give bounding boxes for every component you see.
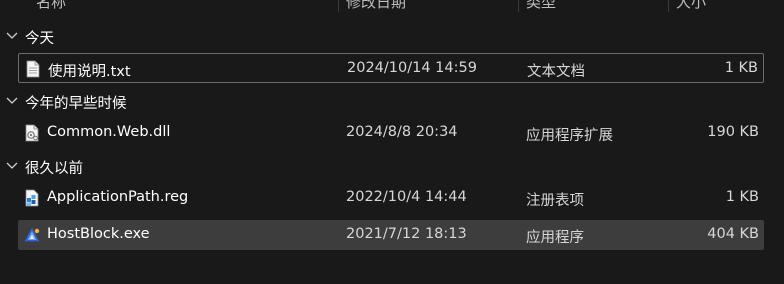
- group-label: 今天: [25, 31, 54, 47]
- column-divider[interactable]: [668, 0, 669, 12]
- file-type: 应用程序扩展: [526, 128, 613, 144]
- file-size: 1 KB: [725, 189, 759, 205]
- file-date: 2024/8/8 20:34: [346, 124, 458, 140]
- file-date: 2024/10/14 14:59: [347, 60, 477, 76]
- column-divider[interactable]: [338, 0, 339, 12]
- file-name: ApplicationPath.reg: [47, 189, 189, 205]
- file-type: 文本文档: [527, 64, 585, 80]
- file-row-selected[interactable]: HostBlock.exe 2021/7/12 18:13 应用程序 404 K…: [18, 220, 764, 250]
- file-row[interactable]: 使用说明.txt 2024/10/14 14:59 文本文档 1 KB: [18, 53, 764, 83]
- column-header-modified[interactable]: 修改日期: [346, 0, 406, 12]
- file-type: 注册表项: [526, 193, 584, 209]
- group-header-long-ago[interactable]: 很久以前: [0, 152, 784, 180]
- file-row[interactable]: ApplicationPath.reg 2022/10/4 14:44 注册表项…: [18, 183, 764, 213]
- file-type: 应用程序: [526, 230, 584, 246]
- group-label: 今年的早些时候: [25, 96, 127, 112]
- file-size: 190 KB: [707, 124, 759, 140]
- registry-file-icon: [25, 189, 39, 207]
- file-date: 2021/7/12 18:13: [346, 226, 467, 242]
- file-name: HostBlock.exe: [47, 226, 150, 242]
- file-size: 404 KB: [707, 226, 759, 242]
- chevron-down-icon: [6, 162, 18, 169]
- column-header-size[interactable]: 大小: [676, 0, 706, 12]
- file-name: Common.Web.dll: [47, 124, 171, 140]
- chevron-down-icon: [6, 32, 18, 39]
- column-header-type[interactable]: 类型: [526, 0, 556, 12]
- file-name: 使用说明.txt: [48, 64, 131, 80]
- column-header-name[interactable]: 名称: [36, 0, 66, 12]
- group-header-today[interactable]: 今天: [0, 22, 784, 50]
- chevron-down-icon: [6, 97, 18, 104]
- dll-file-icon: [25, 124, 39, 142]
- group-header-earlier-this-year[interactable]: 今年的早些时候: [0, 87, 784, 115]
- file-date: 2022/10/4 14:44: [346, 189, 467, 205]
- group-label: 很久以前: [25, 161, 83, 177]
- text-file-icon: [26, 60, 40, 78]
- file-row[interactable]: Common.Web.dll 2024/8/8 20:34 应用程序扩展 190…: [18, 118, 764, 148]
- column-header: 名称 修改日期 类型 大小: [0, 0, 784, 12]
- exe-file-icon: [24, 227, 40, 242]
- file-size: 1 KB: [724, 60, 758, 76]
- column-divider[interactable]: [518, 0, 519, 12]
